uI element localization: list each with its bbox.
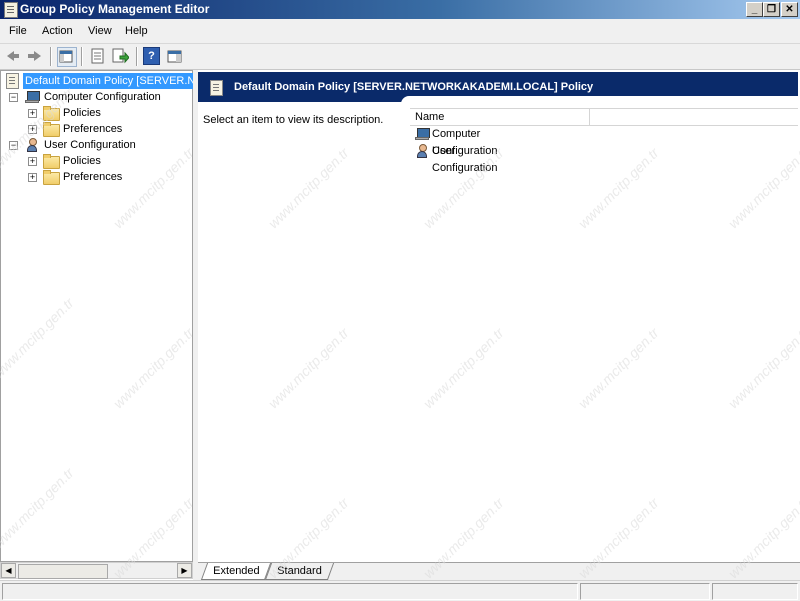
collapse-icon[interactable]: − xyxy=(9,93,18,102)
toolbar-separator xyxy=(81,47,83,66)
scroll-left-button[interactable]: ◀ xyxy=(1,563,16,578)
minimize-button[interactable]: _ xyxy=(746,2,763,17)
toolbar: ? xyxy=(0,44,800,70)
collapse-icon[interactable]: − xyxy=(9,141,18,150)
status-bar xyxy=(0,580,800,601)
folder-icon xyxy=(43,170,60,185)
list-item-label[interactable]: User Configuration xyxy=(432,143,497,177)
toolbar-separator xyxy=(50,47,52,66)
details-header-title: Default Domain Policy [SERVER.NETWORKAKA… xyxy=(234,81,594,93)
tree-computer-preferences-label[interactable]: Preferences xyxy=(63,121,122,137)
tab-extended-label: Extended xyxy=(213,565,260,577)
view-tabs: Extended Standard xyxy=(198,562,800,581)
column-divider[interactable] xyxy=(589,109,590,125)
expand-icon[interactable]: + xyxy=(28,157,37,166)
menu-file[interactable]: File xyxy=(9,25,27,37)
folder-icon xyxy=(43,122,60,137)
column-name[interactable]: Name xyxy=(415,111,444,123)
tab-standard[interactable]: Standard xyxy=(264,563,334,580)
status-cell-main xyxy=(2,583,578,600)
tree-root-label[interactable]: Default Domain Policy [SERVER.NET xyxy=(23,73,212,89)
tree-computer-configuration-label[interactable]: Computer Configuration xyxy=(44,89,161,105)
tab-extended[interactable]: Extended xyxy=(200,563,272,580)
folder-icon xyxy=(43,154,60,169)
back-arrow-icon[interactable] xyxy=(4,47,22,65)
show-hide-action-pane-icon[interactable] xyxy=(166,47,184,65)
menu-view[interactable]: View xyxy=(88,25,112,37)
console-tree[interactable]: Default Domain Policy [SERVER.NET − Comp… xyxy=(0,70,212,562)
menu-bar: File Action View Help xyxy=(0,19,800,44)
close-button[interactable]: ✕ xyxy=(781,2,798,17)
expand-icon[interactable]: + xyxy=(28,109,37,118)
computer-icon xyxy=(25,91,40,103)
tree-computer-policies-label[interactable]: Policies xyxy=(63,105,101,121)
forward-arrow-icon[interactable] xyxy=(26,47,44,65)
tab-standard-label: Standard xyxy=(277,565,322,577)
computer-icon xyxy=(415,128,430,140)
title-bar[interactable]: Group Policy Management Editor _ ❐ ✕ xyxy=(0,0,800,19)
expand-icon[interactable]: + xyxy=(28,173,37,182)
scroll-thumb[interactable] xyxy=(18,564,108,579)
details-pane: Default Domain Policy [SERVER.NETWORKAKA… xyxy=(198,70,800,562)
scroll-right-button[interactable]: ▶ xyxy=(177,563,192,578)
export-list-icon[interactable] xyxy=(111,47,129,65)
expand-icon[interactable]: + xyxy=(28,125,37,134)
properties-icon[interactable] xyxy=(88,47,106,65)
user-icon xyxy=(25,138,39,152)
menu-action[interactable]: Action xyxy=(42,25,73,37)
status-cell-3 xyxy=(712,583,798,600)
tree-horizontal-scrollbar[interactable]: ◀ ▶ xyxy=(0,562,193,579)
menu-help[interactable]: Help xyxy=(125,25,148,37)
user-icon xyxy=(415,144,429,158)
tree-user-policies-label[interactable]: Policies xyxy=(63,153,101,169)
tree-user-preferences-label[interactable]: Preferences xyxy=(63,169,122,185)
show-hide-console-tree-icon[interactable] xyxy=(57,47,77,67)
window-title: Group Policy Management Editor xyxy=(20,2,210,16)
folder-icon xyxy=(43,106,60,121)
policy-document-icon xyxy=(4,2,18,18)
status-cell-2 xyxy=(580,583,710,600)
policy-document-icon xyxy=(210,80,223,96)
toolbar-separator xyxy=(136,47,138,66)
header-tab-curve xyxy=(401,96,798,108)
list-column-header: Name xyxy=(410,108,798,126)
policy-document-icon xyxy=(6,73,19,89)
tree-user-configuration-label[interactable]: User Configuration xyxy=(44,137,136,153)
description-text: Select an item to view its description. xyxy=(203,114,384,126)
help-icon[interactable]: ? xyxy=(143,47,160,65)
maximize-button[interactable]: ❐ xyxy=(763,2,780,17)
